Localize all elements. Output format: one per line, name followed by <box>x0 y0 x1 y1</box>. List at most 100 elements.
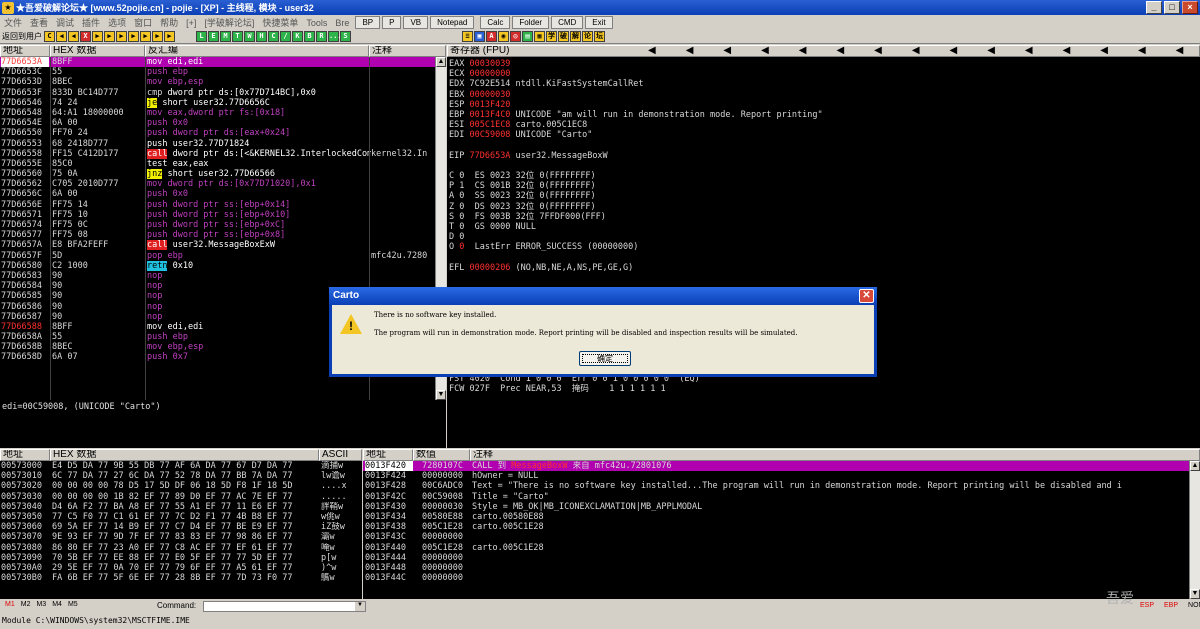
stack-row[interactable]: 0013F44C 00000000 <box>363 573 1189 583</box>
window-letter-icon[interactable]: S <box>340 31 351 42</box>
stack-row[interactable]: 0013F43C 00000000 <box>363 532 1189 542</box>
debug-control-icon[interactable]: ▶ <box>104 31 115 42</box>
stack-row[interactable]: 0013F444 00000000 <box>363 553 1189 563</box>
menu-item[interactable]: 查看 <box>26 16 52 29</box>
tool-button[interactable]: VB <box>403 16 429 29</box>
tool-button[interactable]: CMD <box>551 16 584 29</box>
register-line[interactable] <box>449 141 1198 151</box>
stack-row[interactable]: 0013F42C 00C59008 Title = "Carto" <box>363 492 1189 502</box>
mode-indicator[interactable]: ESP <box>1135 602 1159 609</box>
debug-control-icon[interactable]: ▶ <box>140 31 151 42</box>
register-line[interactable]: D 0 <box>449 232 1198 242</box>
debug-control-icon[interactable]: ▶ <box>116 31 127 42</box>
menu-item[interactable]: Tools <box>302 18 331 28</box>
memory-tab[interactable]: M2 <box>18 601 34 612</box>
tool-button[interactable]: Folder <box>512 16 550 29</box>
register-line[interactable]: P 1 CS 001B 32位 0(FFFFFFFF) <box>449 181 1198 191</box>
plugin-icon[interactable]: 论 <box>582 31 593 42</box>
tool-icon[interactable]: ▦ <box>534 31 545 42</box>
register-line[interactable]: ECX 00000000 <box>449 69 1198 79</box>
tool-button[interactable]: Exit <box>585 16 613 29</box>
stack-pane[interactable]: 0013F420 7280107C CALL 到 MessageBoxW 来自 mf… <box>363 461 1189 599</box>
register-line[interactable]: Z 0 DS 0023 32位 0(FFFFFFFF) <box>449 202 1198 212</box>
scroll-up-icon[interactable]: ▲ <box>436 57 446 67</box>
window-letter-icon[interactable]: R <box>316 31 327 42</box>
maximize-button[interactable]: □ <box>1164 1 1180 14</box>
menu-item[interactable]: Bre <box>331 18 353 28</box>
register-line[interactable]: EBX 00000030 <box>449 90 1198 100</box>
tool-icon[interactable]: ◎ <box>510 31 521 42</box>
register-line[interactable] <box>449 253 1198 263</box>
stack-header-address[interactable]: 地址 <box>363 449 413 461</box>
minimize-button[interactable]: _ <box>1146 1 1162 14</box>
stack-row[interactable]: 0013F424 00000000 hOwner = NULL <box>363 471 1189 481</box>
window-letter-icon[interactable]: M <box>220 31 231 42</box>
tool-button[interactable]: P <box>382 16 402 29</box>
memory-tab[interactable]: M3 <box>33 601 49 612</box>
scroll-up-icon[interactable]: ▲ <box>1190 461 1200 471</box>
window-letter-icon[interactable]: ... <box>328 31 342 42</box>
stack-row[interactable]: 0013F434 00580E88 carto.00580E88 <box>363 512 1189 522</box>
tool-icon[interactable]: A <box>486 31 497 42</box>
dump-row[interactable]: 00573010 6C 77 DA 77 27 6C DA 77 52 78 DA… <box>0 471 362 481</box>
debug-control-icon[interactable]: C <box>44 31 55 42</box>
tool-icon[interactable]: ▤ <box>522 31 533 42</box>
memory-tab[interactable]: M4 <box>49 601 65 612</box>
stack-scrollbar[interactable]: ▲ ▼ <box>1189 461 1200 599</box>
dump-row[interactable]: 00573050 77 C5 F0 77 C1 61 EF 77 7C D2 F1… <box>0 512 362 522</box>
plugin-icon[interactable]: 学 <box>546 31 557 42</box>
register-line[interactable]: EAX 00030039 <box>449 59 1198 69</box>
chevron-down-icon[interactable]: ▼ <box>355 602 365 611</box>
tool-button[interactable]: BP <box>355 16 381 29</box>
window-letter-icon[interactable]: L <box>196 31 207 42</box>
dump-row[interactable]: 00573080 86 80 EF 77 23 A0 EF 77 C8 AC EF… <box>0 543 362 553</box>
dump-row[interactable]: 00573030 00 00 00 00 1B 82 EF 77 89 D0 EF… <box>0 492 362 502</box>
window-letter-icon[interactable]: B <box>304 31 315 42</box>
tool-button[interactable]: Notepad <box>430 16 475 29</box>
dump-row[interactable]: 005730A0 29 5E EF 77 0A 70 EF 77 79 6F EF… <box>0 563 362 573</box>
command-input[interactable]: ▼ <box>203 601 366 612</box>
window-letter-icon[interactable]: K <box>292 31 303 42</box>
window-letter-icon[interactable]: C <box>268 31 279 42</box>
plugin-icon[interactable]: 解 <box>570 31 581 42</box>
mode-indicator[interactable]: EBP <box>1159 602 1183 609</box>
menu-item[interactable]: 选项 <box>104 16 130 29</box>
disasm-header-hex[interactable]: HEX 数据 <box>50 45 145 57</box>
debug-control-icon[interactable]: X <box>80 31 91 42</box>
register-line[interactable]: T 0 GS 0000 NULL <box>449 222 1198 232</box>
dump-row[interactable]: 005730B0 FA 6B EF 77 5F 6E EF 77 28 8B EF… <box>0 573 362 583</box>
stack-row[interactable]: 0013F440 005C1E28 carto.005C1E28 <box>363 543 1189 553</box>
window-letter-icon[interactable]: H <box>256 31 267 42</box>
dump-pane[interactable]: 00573000 E4 D5 DA 77 9B 55 DB 77 AF 6A DA… <box>0 461 362 599</box>
window-letter-icon[interactable]: E <box>208 31 219 42</box>
debug-control-icon[interactable]: ▶ <box>164 31 175 42</box>
register-line[interactable] <box>449 161 1198 171</box>
menu-item[interactable]: 插件 <box>78 16 104 29</box>
memory-tab[interactable]: M1 <box>2 601 18 612</box>
register-line[interactable]: S 0 FS 003B 32位 7FFDF000(FFF) <box>449 212 1198 222</box>
register-nav-arrows[interactable]: ◀◀◀◀◀◀◀◀◀◀◀◀◀◀◀◀◀ <box>648 46 1199 56</box>
dump-header-hex[interactable]: HEX 数据 <box>50 449 319 461</box>
disasm-header-disasm[interactable]: 反汇编 <box>145 45 369 57</box>
register-line[interactable]: ESP 0013F420 <box>449 100 1198 110</box>
dump-row[interactable]: 00573020 00 00 00 00 78 D5 17 5D DF 06 18… <box>0 481 362 491</box>
menu-item[interactable]: 窗口 <box>130 16 156 29</box>
register-line[interactable]: A 0 SS 0023 32位 0(FFFFFFFF) <box>449 191 1198 201</box>
stack-row[interactable]: 0013F448 00000000 <box>363 563 1189 573</box>
stack-row[interactable]: 0013F420 7280107C CALL 到 MessageBoxW 来自 mf… <box>363 461 1189 472</box>
menu-item[interactable]: 快捷菜单 <box>258 16 302 29</box>
window-letter-icon[interactable]: / <box>280 31 291 42</box>
register-line[interactable]: O 0 LastErr ERROR_SUCCESS (00000000) <box>449 242 1198 252</box>
dump-row[interactable]: 00573070 9E 93 EF 77 9D 7F EF 77 83 83 EF… <box>0 532 362 542</box>
menu-item[interactable]: 调试 <box>52 16 78 29</box>
debug-control-icon[interactable]: ▶ <box>152 31 163 42</box>
scroll-down-icon[interactable]: ▼ <box>436 390 446 400</box>
dump-row[interactable]: 00573040 D4 6A F2 77 BA A8 EF 77 55 A1 EF… <box>0 502 362 512</box>
menu-item[interactable]: [+] <box>182 18 200 28</box>
dump-row[interactable]: 00573000 E4 D5 DA 77 9B 55 DB 77 AF 6A DA… <box>0 461 362 471</box>
register-line[interactable]: EDX 7C92E514 ntdll.KiFastSystemCallRet <box>449 79 1198 89</box>
memory-tab[interactable]: M5 <box>65 601 81 612</box>
disasm-header-address[interactable]: 地址 <box>0 45 50 57</box>
tool-icon[interactable]: ◉ <box>498 31 509 42</box>
debug-control-icon[interactable]: ◀ <box>56 31 67 42</box>
